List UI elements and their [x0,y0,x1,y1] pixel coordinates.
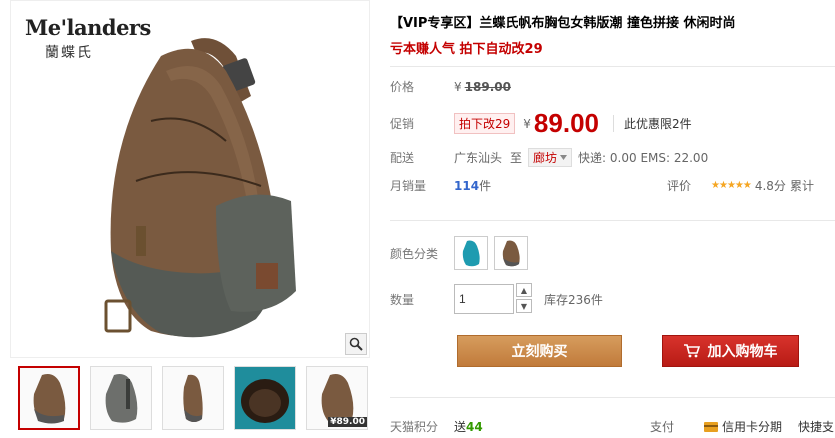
color-row: 颜色分类 [390,236,534,270]
current-price: 89.00 [533,108,599,138]
rating-stars-icon: ★★★★★ [711,180,752,191]
stock-text: 库存236件 [544,292,603,307]
quantity-label: 数量 [390,292,415,307]
rating-row: 评价 ★★★★★ 4.8分 累计 [667,177,814,194]
installment-link[interactable]: 信用卡分期 [722,418,782,435]
thumbnail-1[interactable] [18,366,80,430]
shipping-fees: 快递: 0.00 EMS: 22.00 [578,151,709,165]
points-label: 天猫积分 [390,420,439,434]
thumbnail-strip: ¥89.00 [10,366,370,438]
bag-thumb-brown [33,374,66,424]
quick-pay-link[interactable]: 快捷支 [798,418,834,435]
cumulative-reviews-link[interactable]: 累计 [790,177,814,194]
divider [390,397,835,398]
promo-tag: 拍下改29 [454,113,516,134]
quantity-decrease-button[interactable]: ▼ [516,299,532,313]
color-swatch-teal[interactable] [454,236,488,270]
quantity-input[interactable] [454,284,514,314]
bag-thumb-grey [105,374,138,423]
points-value: 44 [466,419,483,434]
product-subtitle: 亏本赚人气 拍下自动改29 [390,42,543,57]
thumbnail-2[interactable] [90,366,152,430]
currency-symbol: ¥ [523,116,531,131]
destination-value: 廊坊 [533,151,558,165]
promo-label: 促销 [390,117,415,131]
color-swatch-brown[interactable] [494,236,528,270]
buy-now-button[interactable]: 立刻购买 [457,335,622,367]
shipping-to: 至 [510,151,523,165]
thumbnail-4[interactable] [234,366,296,430]
quantity-stepper: ▲ ▼ [516,283,532,315]
magnifier-icon [349,337,363,351]
bag-image [104,38,296,338]
add-to-cart-label: 加入购物车 [707,344,778,360]
bag-swatch-teal [462,240,480,267]
add-to-cart-button[interactable]: 加入购物车 [662,335,799,367]
sales-label: 月销量 [390,179,427,193]
original-price: 189.00 [464,79,511,94]
sales-row: 月销量 114 件 [390,177,491,194]
quantity-increase-button[interactable]: ▲ [516,283,532,297]
bag-thumb-inside [235,367,295,429]
promo-row: 促销 拍下改29 ¥ 89.00 此优惠限2件 [390,108,692,139]
price-label: 价格 [390,80,415,94]
divider [390,220,835,221]
thumbnail-5[interactable]: ¥89.00 [306,366,368,430]
chevron-down-icon [560,155,568,160]
payment-label: 支付 [650,420,675,434]
shipping-label: 配送 [390,151,415,165]
thumbnail-3[interactable] [162,366,224,430]
thumb-price-tag: ¥89.00 [328,417,367,427]
destination-select[interactable]: 廊坊 [528,148,573,167]
sales-count: 114 [454,178,480,193]
shipping-origin: 广东汕头 [454,151,503,165]
bag-thumb-side [183,374,203,422]
bag-swatch-brown [502,240,520,267]
divider [390,66,835,67]
product-gallery: Me'landers 蘭蝶氏 ¥89.00 [10,0,370,438]
currency-symbol: ¥ [454,79,462,94]
main-product-image[interactable]: Me'landers 蘭蝶氏 [10,0,370,358]
rating-label: 评价 [667,179,692,193]
shipping-row: 配送 广东汕头 至 廊坊 快递: 0.00 EMS: 22.00 [390,148,708,167]
sales-unit: 件 [479,179,492,193]
points-row: 天猫积分 送 44 [390,418,483,435]
credit-card-icon [704,421,719,432]
promo-limit: 此优惠限2件 [613,115,692,132]
color-label: 颜色分类 [390,246,439,261]
product-info: 【VIP专享区】兰蝶氏帆布胸包女韩版潮 撞色拼接 休闲时尚 亏本赚人气 拍下自动… [390,0,835,438]
payment-row: 支付 信用卡分期 快捷支 [650,418,834,435]
price-row: 价格 ¥ 189.00 [390,78,511,95]
rating-score: 4.8分 [754,179,786,193]
zoom-button[interactable] [345,333,367,355]
quantity-row: 数量 ▲ ▼ 库存236件 [390,283,603,315]
product-title: 【VIP专享区】兰蝶氏帆布胸包女韩版潮 撞色拼接 休闲时尚 [390,16,736,31]
cart-icon [683,344,700,358]
points-prefix: 送 [454,420,467,434]
